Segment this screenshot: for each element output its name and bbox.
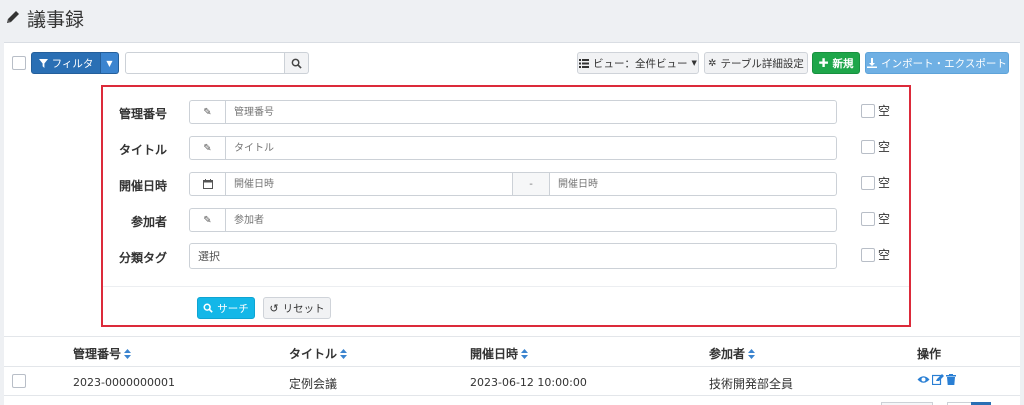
- filter-reset-label: リセット: [282, 302, 325, 315]
- filter-reset-button[interactable]: ↺ リセット: [263, 297, 331, 319]
- filter-datetime-empty-checkbox[interactable]: [861, 176, 875, 190]
- filter-button[interactable]: フィルタ: [31, 52, 101, 74]
- column-header-actions-label: 操作: [917, 347, 942, 361]
- column-header-title[interactable]: タイトル: [289, 345, 348, 362]
- filter-title-input[interactable]: [225, 136, 837, 160]
- table-settings-label: テーブル詳細設定: [720, 57, 804, 70]
- column-header-participants-label: 参加者: [709, 347, 746, 361]
- filter-search-button[interactable]: サーチ: [197, 297, 255, 319]
- import-export-button[interactable]: インポート・エクスポート: [865, 52, 1009, 74]
- gear-icon: ✲: [708, 57, 717, 69]
- filter-divider: [103, 286, 909, 287]
- eye-icon[interactable]: [917, 374, 930, 385]
- filter-icon: [38, 58, 48, 68]
- table-row-border: [4, 395, 1020, 396]
- main-panel: フィルタ ▼ ビュー：全件ビュー ▼ ✲ テーブル詳細設定 ✚ 新規 インポート…: [4, 42, 1020, 405]
- filter-tag-empty-checkbox[interactable]: [861, 248, 875, 262]
- filter-id-empty-label: 空: [878, 104, 891, 118]
- sort-icon: [748, 348, 756, 359]
- filter-datetime-separator: -: [513, 172, 549, 196]
- caret-down-icon: ▼: [106, 58, 113, 68]
- cell-participants: 技術開発部全員: [709, 377, 794, 391]
- filter-button-label: フィルタ: [51, 57, 94, 70]
- caret-down-icon: ▼: [691, 59, 697, 67]
- filter-id-input[interactable]: [225, 100, 837, 124]
- cell-title: 定例会議: [289, 377, 338, 391]
- table-top-border: [4, 336, 1020, 337]
- filter-datetime-addon: [189, 172, 225, 196]
- filter-label-tag: 分類タグ: [118, 251, 167, 265]
- filter-title-empty-label: 空: [878, 140, 891, 154]
- filter-label-participants: 参加者: [130, 215, 167, 229]
- undo-icon: ↺: [269, 301, 279, 315]
- pencil-icon: ✎: [203, 106, 212, 118]
- filter-participants-input[interactable]: [225, 208, 837, 232]
- trash-icon[interactable]: [946, 374, 956, 385]
- pencil-icon: ✎: [203, 214, 212, 226]
- list-icon: [579, 58, 590, 68]
- filter-dropdown-toggle[interactable]: ▼: [101, 52, 119, 74]
- filter-participants-addon: ✎: [189, 208, 225, 232]
- pencil-icon: ✎: [203, 142, 212, 154]
- column-header-title-label: タイトル: [289, 347, 338, 361]
- table-header-border: [4, 366, 1020, 367]
- sort-icon: [340, 348, 348, 359]
- new-button[interactable]: ✚ 新規: [812, 52, 860, 74]
- new-button-label: 新規: [832, 57, 854, 70]
- filter-id-empty-checkbox[interactable]: [861, 104, 875, 118]
- row-actions: [917, 374, 956, 385]
- cell-datetime: 2023-06-12 10:00:00: [470, 376, 587, 389]
- plus-icon: ✚: [818, 56, 829, 70]
- filter-tag-empty-label: 空: [878, 248, 891, 262]
- sort-icon: [124, 348, 132, 359]
- filter-title-addon: ✎: [189, 136, 225, 160]
- column-header-id-label: 管理番号: [73, 347, 122, 361]
- pencil-icon: [7, 11, 19, 23]
- filter-datetime-from-input[interactable]: [225, 172, 513, 196]
- column-header-id[interactable]: 管理番号: [73, 345, 132, 362]
- column-header-datetime-label: 開催日時: [470, 347, 519, 361]
- filter-title-empty-checkbox[interactable]: [861, 140, 875, 154]
- search-icon: [203, 303, 214, 313]
- filter-label-id: 管理番号: [118, 107, 167, 121]
- filter-id-addon: ✎: [189, 100, 225, 124]
- table-settings-button[interactable]: ✲ テーブル詳細設定: [704, 52, 808, 74]
- page-title: 議事録: [27, 9, 85, 31]
- search-icon: [291, 58, 302, 69]
- filter-participants-empty-checkbox[interactable]: [861, 212, 875, 226]
- filter-tag-select[interactable]: 選択: [189, 243, 837, 269]
- filter-label-datetime: 開催日時: [118, 179, 167, 193]
- view-selector-button[interactable]: ビュー：全件ビュー ▼: [577, 52, 699, 74]
- cell-id: 2023-0000000001: [73, 376, 175, 389]
- calendar-icon: [202, 179, 213, 189]
- column-header-actions: 操作: [917, 345, 941, 362]
- import-export-label: インポート・エクスポート: [881, 57, 1007, 70]
- filter-search-label: サーチ: [217, 302, 249, 315]
- title-bar: 議事録: [0, 0, 1024, 40]
- filter-datetime-empty-label: 空: [878, 176, 891, 190]
- view-selector-label: ビュー：全件ビュー: [593, 57, 688, 70]
- sort-icon: [521, 348, 529, 359]
- edit-icon[interactable]: [932, 374, 944, 385]
- filter-tag-select-value: 選択: [198, 250, 220, 263]
- select-all-checkbox[interactable]: [12, 56, 26, 70]
- search-button[interactable]: [285, 52, 309, 74]
- filter-datetime-to-input[interactable]: [549, 172, 837, 196]
- search-input[interactable]: [125, 52, 285, 74]
- filter-label-title: タイトル: [118, 143, 167, 157]
- row-checkbox[interactable]: [12, 374, 26, 388]
- column-header-datetime[interactable]: 開催日時: [470, 345, 529, 362]
- filter-participants-empty-label: 空: [878, 212, 891, 226]
- download-icon: [867, 58, 878, 68]
- column-header-participants[interactable]: 参加者: [709, 345, 756, 362]
